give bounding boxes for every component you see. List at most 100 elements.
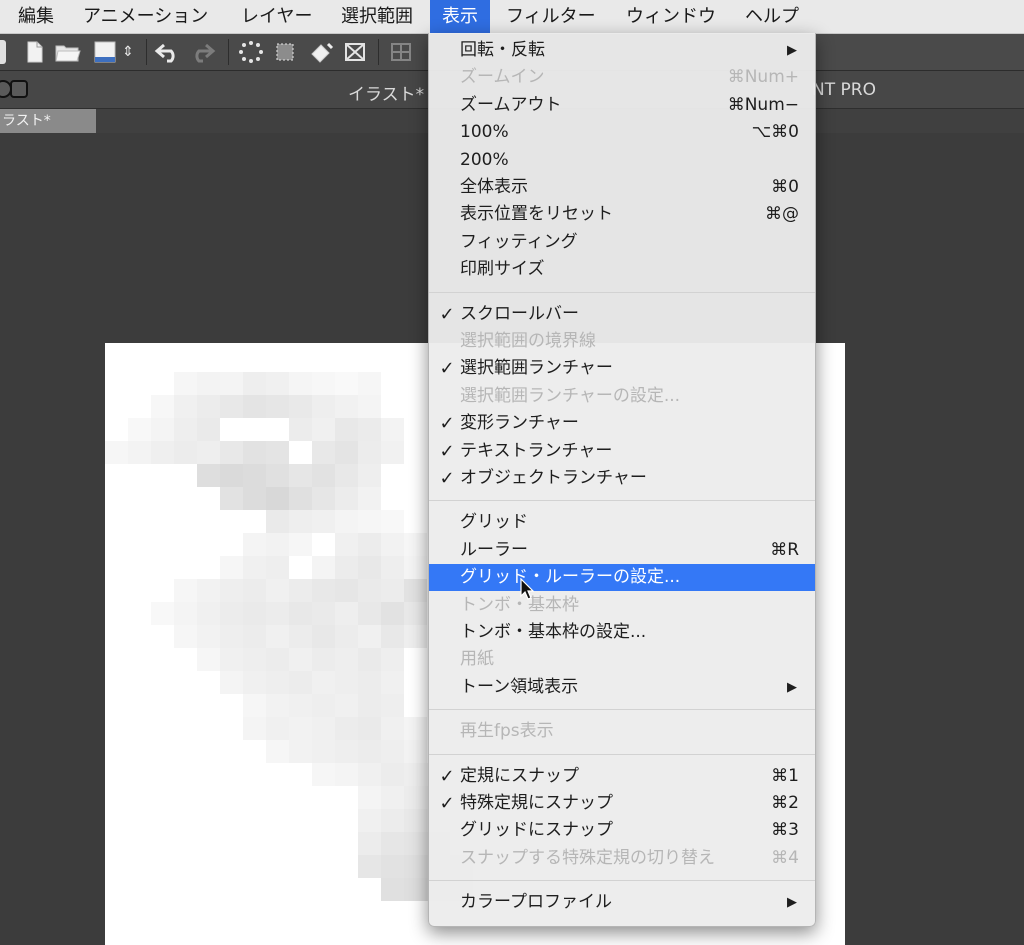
menu-item[interactable]: グリッドにスナップ ⌘3 [429, 817, 815, 844]
menu-window[interactable]: ウィンドウ [614, 0, 728, 33]
new-file-icon[interactable] [22, 40, 48, 64]
canvas-pixel [312, 671, 335, 694]
canvas-pixel [404, 533, 427, 556]
canvas-pixel [404, 579, 427, 602]
canvas-pixel [335, 740, 358, 763]
menu-item[interactable]: トーン領域表示 ▶ [429, 674, 815, 701]
menu-item[interactable]: ズームアウト ⌘Num− [429, 92, 815, 119]
menu-separator [429, 709, 815, 711]
menu-item[interactable]: グリッド [429, 509, 815, 536]
menu-item[interactable]: ✓ 定規にスナップ ⌘1 [429, 763, 815, 790]
canvas-pixel [174, 602, 197, 625]
menu-item[interactable]: ✓ テキストランチャー [429, 438, 815, 465]
menu-item-shortcut: ⌘4 [771, 847, 799, 868]
select-icon[interactable] [238, 40, 264, 64]
menu-item[interactable]: ✓ スクロールバー [429, 301, 815, 328]
menu-help[interactable]: ヘルプ [733, 0, 811, 33]
menu-item[interactable]: グリッド・ルーラーの設定... [429, 564, 815, 592]
canvas-pixel [381, 878, 404, 901]
canvas-pixel [358, 740, 381, 763]
canvas-pixel [243, 602, 266, 625]
menu-item[interactable]: トンボ・基本枠の設定... [429, 619, 815, 646]
canvas-pixel [243, 694, 266, 717]
canvas-pixel [312, 372, 335, 395]
canvas-pixel [266, 372, 289, 395]
menu-item: 用紙 [429, 646, 815, 673]
mesh-icon[interactable] [342, 40, 368, 64]
toolbar-edge-button[interactable] [0, 40, 6, 64]
canvas-pixel [404, 832, 427, 855]
canvas-pixel [381, 717, 404, 740]
canvas-pixel [404, 878, 427, 901]
canvas-pixel [335, 418, 358, 441]
menu-item: 選択範囲ランチャーの設定... [429, 383, 815, 410]
tab-document[interactable]: ラスト* [0, 109, 96, 133]
canvas-pixel [381, 786, 404, 809]
menu-item[interactable]: 表示位置をリセット ⌘@ [429, 201, 815, 228]
menu-item[interactable]: ✓ 特殊定規にスナップ ⌘2 [429, 790, 815, 817]
canvas-pixel [266, 625, 289, 648]
canvas-pixel [197, 372, 220, 395]
canvas-pixel [358, 763, 381, 786]
mouse-cursor-icon [520, 577, 535, 600]
window-minimize-icon[interactable] [10, 80, 28, 98]
canvas-pixel [289, 671, 312, 694]
canvas-pixel [289, 464, 312, 487]
menu-item-label: トーン領域表示 [460, 676, 579, 697]
grid-icon[interactable] [388, 40, 414, 64]
canvas-pixel [358, 441, 381, 464]
menu-item[interactable]: ✓ 選択範囲ランチャー [429, 355, 815, 382]
redo-icon[interactable] [188, 40, 216, 64]
undo-icon[interactable] [154, 40, 180, 64]
menu-item: ズームイン ⌘Num+ [429, 64, 815, 91]
canvas-pixel [358, 395, 381, 418]
canvas-pixel [381, 579, 404, 602]
menu-item-shortcut: ⌘3 [771, 820, 799, 841]
canvas-pixel [381, 556, 404, 579]
document-title: イラスト* [348, 85, 425, 105]
fill-icon[interactable] [308, 40, 334, 64]
menu-edit[interactable]: 編集 [6, 0, 66, 33]
menu-selection[interactable]: 選択範囲 [329, 0, 425, 33]
canvas-pixel [174, 372, 197, 395]
save-dropdown-icon[interactable]: ⇕ [120, 40, 136, 64]
canvas-pixel [358, 464, 381, 487]
canvas-pixel [335, 510, 358, 533]
menu-item[interactable]: ✓ 変形ランチャー [429, 410, 815, 437]
canvas-pixel [358, 809, 381, 832]
menu-item[interactable]: 回転・反転 ▶ [429, 37, 815, 64]
menu-item-label: オブジェクトランチャー [460, 468, 647, 488]
menu-view[interactable]: 表示 [430, 0, 490, 33]
menu-animation[interactable]: アニメーション [71, 0, 220, 33]
menu-layer[interactable]: レイヤー [229, 0, 324, 33]
menu-item: トンボ・基本枠 [429, 592, 815, 619]
canvas-pixel [151, 418, 174, 441]
transform-icon[interactable] [272, 40, 298, 64]
canvas-pixel [381, 832, 404, 855]
menu-item[interactable]: 全体表示 ⌘0 [429, 174, 815, 201]
canvas-pixel [312, 418, 335, 441]
canvas-pixel [266, 740, 289, 763]
menu-item[interactable]: カラープロファイル ▶ [429, 889, 815, 916]
menu-filter[interactable]: フィルター [494, 0, 608, 33]
menu-item[interactable]: ✓ オブジェクトランチャー [429, 465, 815, 492]
canvas-pixel [335, 625, 358, 648]
menu-item[interactable]: 200% [429, 147, 815, 174]
canvas-pixel [358, 832, 381, 855]
canvas-pixel [335, 717, 358, 740]
menu-item-shortcut: ⌘Num+ [727, 67, 799, 88]
checkmark-icon: ✓ [439, 303, 455, 325]
menu-item[interactable]: ルーラー ⌘R [429, 537, 815, 564]
canvas-pixel [151, 395, 174, 418]
save-icon[interactable] [92, 40, 118, 64]
open-folder-icon[interactable] [54, 40, 81, 64]
menu-item[interactable]: 印刷サイズ [429, 256, 815, 283]
canvas-pixel [381, 763, 404, 786]
menu-item[interactable]: フィッティング [429, 229, 815, 256]
canvas-pixel [404, 740, 427, 763]
canvas-pixel [289, 395, 312, 418]
canvas-pixel [312, 510, 335, 533]
canvas-pixel [335, 556, 358, 579]
menu-item[interactable]: 100% ⌥⌘0 [429, 119, 815, 146]
view-menu-dropdown: 回転・反転 ▶ ズームイン ⌘Num+ ズームアウト ⌘Num− 100% ⌥⌘0 200% 全体… [428, 33, 816, 927]
